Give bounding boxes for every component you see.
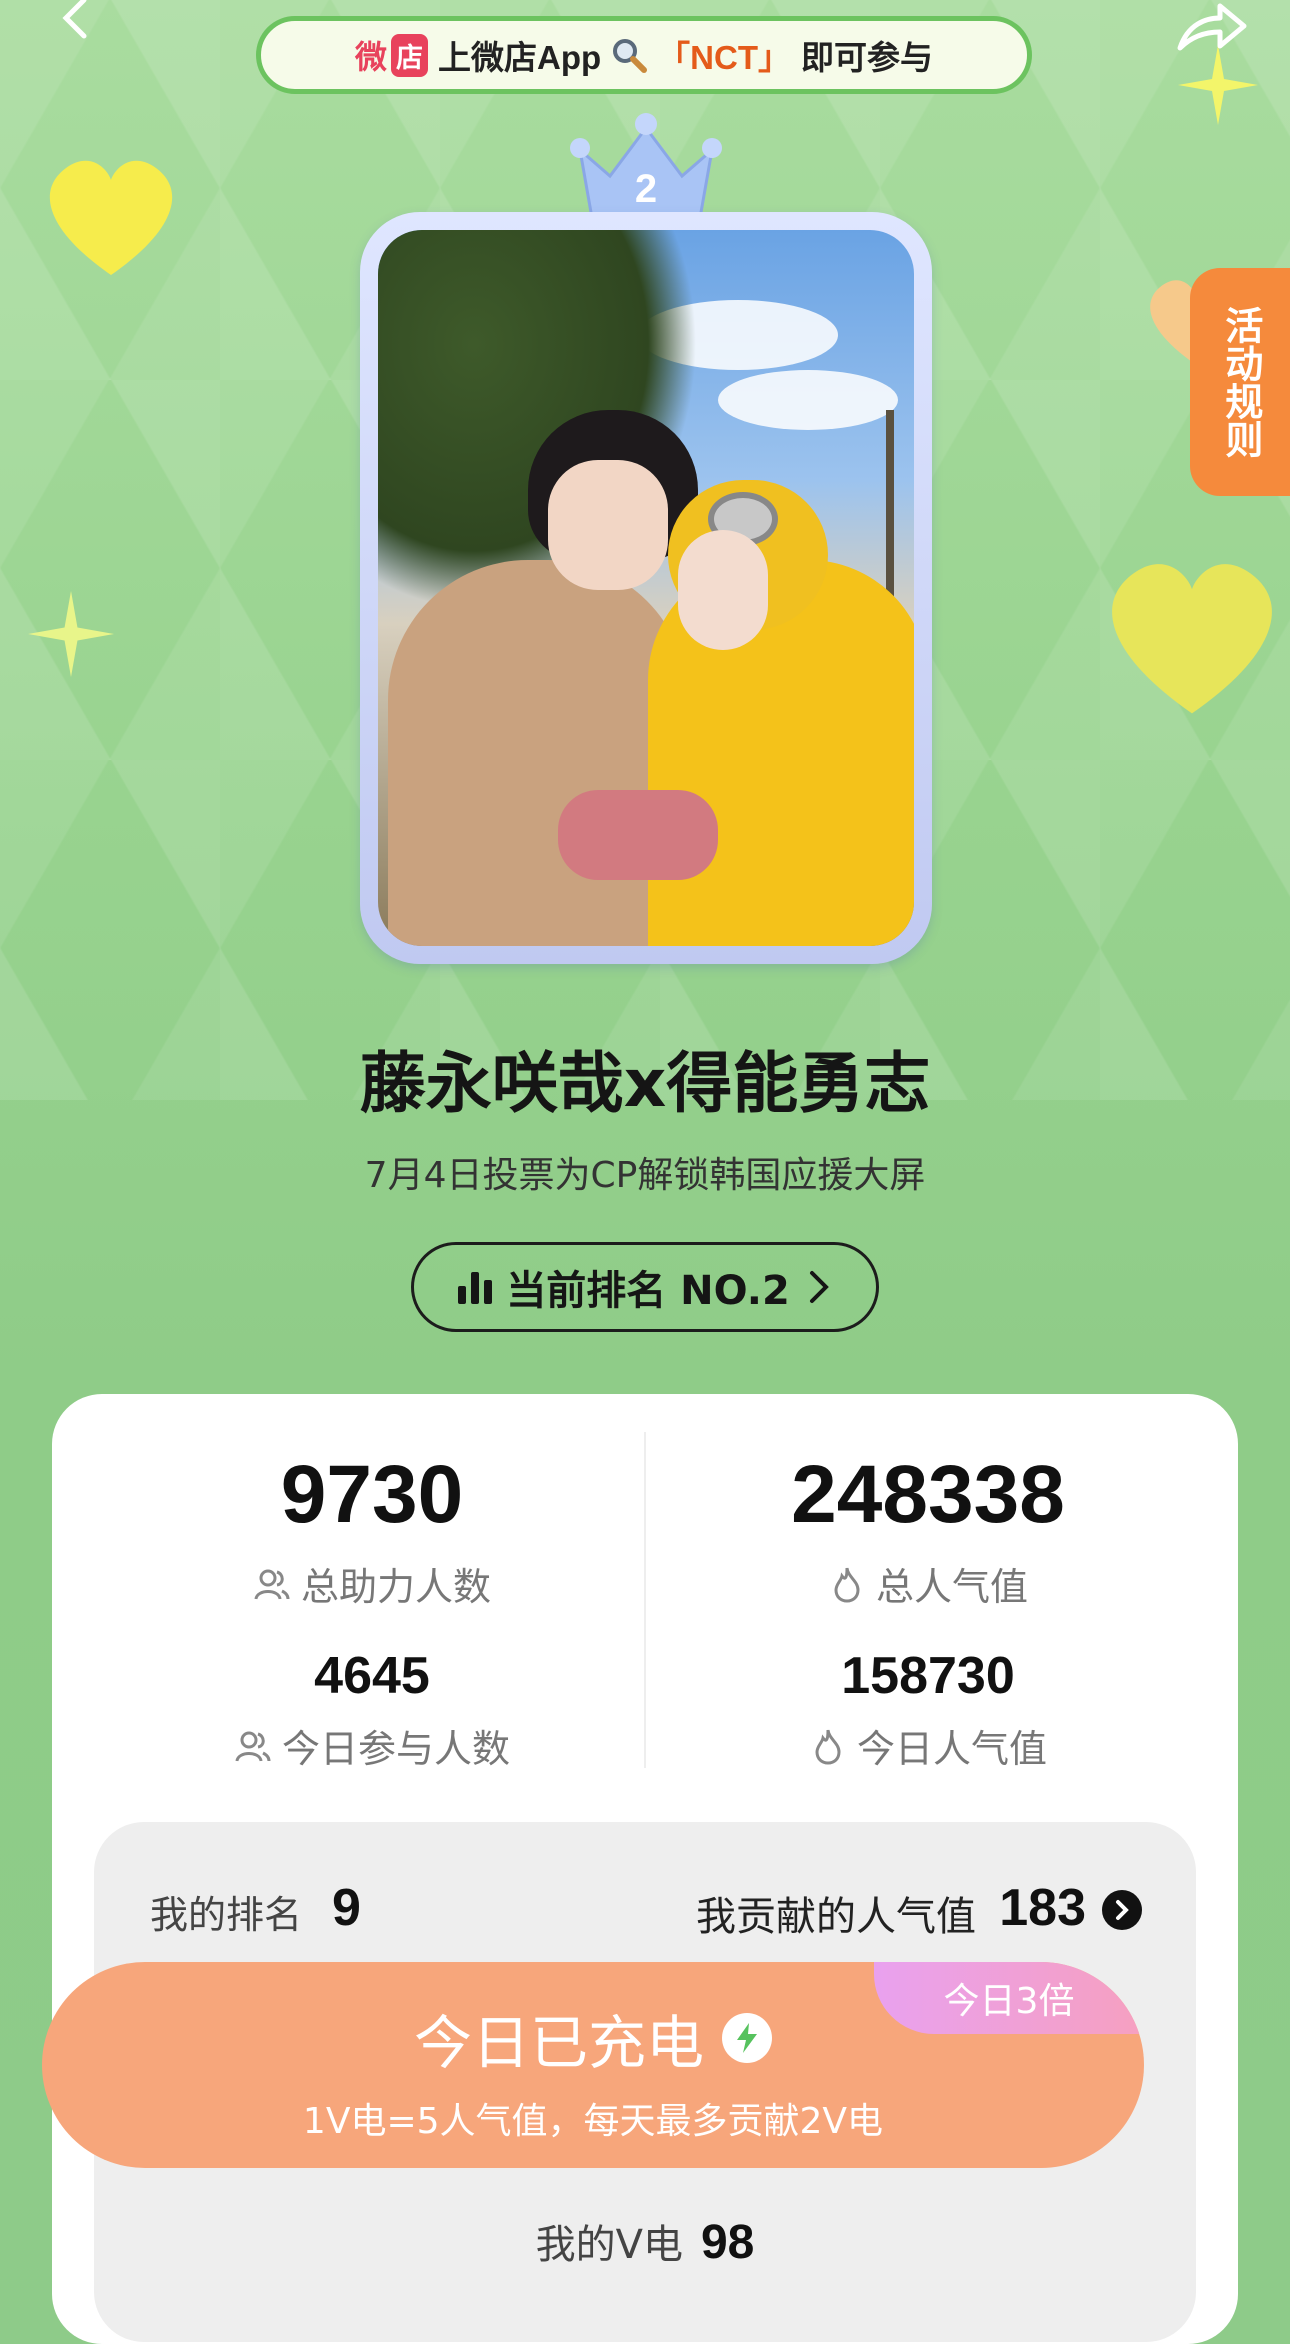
flame-icon <box>815 1729 841 1765</box>
my-vdian-label: 我的V电 <box>535 2222 683 2268</box>
today-participants-label: 今日参与人数 <box>281 1727 510 1771</box>
total-popularity-value: 248338 <box>791 1449 1065 1540</box>
person-left-coat <box>388 560 688 946</box>
total-popularity-label: 总人气值 <box>875 1565 1028 1609</box>
sparkle-icon <box>28 591 114 677</box>
cp-photo-frame <box>360 212 932 964</box>
weidian-logo: 微 店 <box>355 32 429 78</box>
current-rank-label: 当前排名 NO.2 <box>506 1268 790 1314</box>
today-participants-stat: 4645 今日参与人数 <box>92 1650 652 1773</box>
current-rank-button[interactable]: 当前排名 NO.2 <box>411 1242 879 1332</box>
weidian-logo-wei: 微 <box>355 39 388 75</box>
activity-rules-tab[interactable]: 活动规则 <box>1190 268 1290 496</box>
weidian-logo-dian: 店 <box>391 33 429 77</box>
yellow-heart-icon <box>49 160 173 275</box>
yellow-heart-icon-right <box>1112 564 1272 714</box>
my-vdian: 我的V电 98 <box>0 2212 1290 2270</box>
chevron-right-icon <box>1116 1900 1129 1920</box>
chevron-right-icon <box>809 1271 829 1303</box>
person-left-face <box>548 460 668 590</box>
back-arrow-icon[interactable] <box>58 0 98 40</box>
charged-today-button[interactable]: 今日3倍 今日已充电 1V电=5人气值，每天最多贡献2V电 <box>42 1962 1144 2168</box>
bar-chart-icon <box>458 1270 493 1304</box>
promo-text-prefix: 上微店App <box>438 39 602 76</box>
crown-rank-icon: 2 <box>570 113 722 220</box>
promo-keyword: 「NCT」 <box>657 39 791 76</box>
my-contribution-label[interactable]: 我贡献的人气值 <box>696 1884 976 1942</box>
people-icon <box>254 1569 290 1600</box>
share-icon[interactable] <box>1170 0 1250 60</box>
cp-photo <box>378 230 914 946</box>
magnifier-icon <box>613 39 648 73</box>
my-rank-label: 我的排名 <box>150 1893 303 1937</box>
stats-card: 9730 总助力人数 248338 总人气值 4645 今日参与人数 15873… <box>52 1394 1238 2344</box>
today-popularity-label: 今日人气值 <box>856 1727 1047 1771</box>
lightning-bolt-icon <box>722 2013 772 2063</box>
today-popularity-value: 158730 <box>841 1647 1015 1705</box>
my-contribution-value[interactable]: 183 <box>999 1878 1086 1938</box>
contribution-detail-button[interactable] <box>1102 1890 1142 1930</box>
person-right-face <box>678 530 768 650</box>
total-popularity-stat: 248338 总人气值 <box>648 1454 1208 1611</box>
today-popularity-stat: 158730 今日人气值 <box>648 1650 1208 1773</box>
page-subtitle: 7月4日投票为CP解锁韩国应援大屏 <box>364 1155 926 1196</box>
people-icon <box>235 1731 271 1762</box>
crown-rank-number: 2 <box>635 167 657 211</box>
my-vdian-value: 98 <box>700 2216 755 2269</box>
flame-icon <box>834 1567 860 1603</box>
cloud <box>718 370 898 430</box>
total-supporters-value: 9730 <box>280 1449 464 1540</box>
today-participants-value: 4645 <box>314 1647 430 1705</box>
page-title: 藤永咲哉x得能勇志 <box>359 1045 931 1122</box>
charge-rule-text: 1V电=5人气值，每天最多贡献2V电 <box>302 2101 884 2142</box>
total-supporters-stat: 9730 总助力人数 <box>92 1454 652 1611</box>
promo-text-suffix: 即可参与 <box>801 39 933 76</box>
my-rank-value: 9 <box>332 1879 361 1937</box>
pink-sleeve <box>558 790 718 880</box>
charged-today-label: 今日已充电 <box>413 2009 704 2077</box>
promo-banner[interactable]: 微 店 上微店App 「NCT」 即可参与 <box>256 16 1032 94</box>
activity-rules-label: 活动规则 <box>1218 306 1263 458</box>
total-supporters-label: 总助力人数 <box>300 1565 491 1609</box>
